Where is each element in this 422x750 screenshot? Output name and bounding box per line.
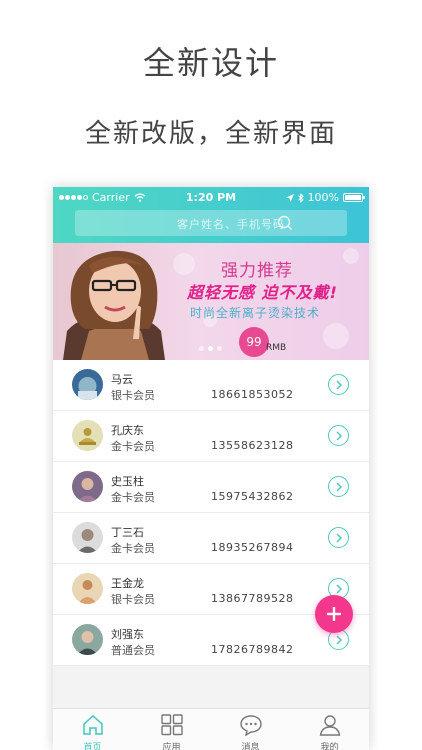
member-level: 银卡会员 (111, 593, 155, 606)
price-badge: 99 (239, 327, 269, 357)
tab-bar: 首页 应用 消息 我的 (53, 708, 369, 750)
banner-headline: 强力推荐 (221, 261, 293, 281)
carousel-dot-1[interactable] (199, 346, 204, 351)
price-unit: RMB (266, 343, 287, 353)
app-header: Carrier 1:20 PM 100% 客户姓名、手机号码 (53, 187, 369, 243)
search-icon[interactable] (277, 215, 293, 231)
phone-screen: Carrier 1:20 PM 100% 客户姓名、手机号码 强力推荐 超轻无感… (53, 187, 369, 750)
member-name: 史玉柱 (111, 475, 144, 488)
tab-profile[interactable]: 我的 (290, 709, 369, 750)
banner-tech: 时尚全新离子烫染技术 (190, 306, 321, 320)
member-phone: 18661853052 (211, 388, 294, 401)
chevron-right-icon[interactable] (328, 425, 349, 446)
avatar (72, 471, 103, 502)
tab-label: 我的 (320, 743, 339, 750)
model-photo (63, 250, 165, 360)
promo-subtitle: 全新改版，全新界面 (84, 119, 337, 149)
user-icon (319, 715, 340, 736)
member-level: 普通会员 (111, 644, 155, 657)
bluetooth-icon (297, 192, 304, 203)
status-bar: Carrier 1:20 PM 100% (53, 187, 369, 207)
member-phone: 15975432862 (211, 490, 294, 503)
member-level: 金卡会员 (111, 542, 155, 555)
member-name: 马云 (111, 373, 133, 386)
promo-banner[interactable]: 强力推荐 超轻无感 迫不及戴! 时尚全新离子烫染技术 99 RMB (53, 243, 369, 360)
battery-percent: 100% (307, 191, 339, 204)
list-item[interactable]: 丁三石 金卡会员 18935267894 (53, 513, 369, 564)
avatar (72, 624, 103, 655)
promo-title: 全新设计 (142, 44, 279, 82)
avatar (72, 369, 103, 400)
tab-messages[interactable]: 消息 (211, 709, 290, 750)
add-member-button[interactable] (315, 595, 353, 633)
search-placeholder: 客户姓名、手机号码 (177, 218, 285, 231)
member-phone: 17826789842 (211, 643, 294, 656)
tab-home[interactable]: 首页 (53, 709, 132, 750)
carousel-dots[interactable] (199, 346, 222, 351)
status-right: 100% (285, 191, 365, 204)
chevron-right-icon[interactable] (328, 374, 349, 395)
avatar (72, 573, 103, 604)
chevron-right-icon[interactable] (328, 476, 349, 497)
member-phone: 18935267894 (211, 541, 294, 554)
tab-apps[interactable]: 应用 (132, 709, 211, 750)
carousel-dot-2[interactable] (208, 346, 213, 351)
member-level: 金卡会员 (111, 491, 155, 504)
member-name: 刘强东 (111, 628, 144, 641)
chevron-right-icon[interactable] (328, 527, 349, 548)
banner-slogan: 超轻无感 迫不及戴! (187, 283, 338, 302)
apps-grid-icon (160, 714, 183, 736)
member-name: 王金龙 (111, 577, 144, 590)
member-phone: 13867789528 (211, 592, 294, 605)
avatar (72, 522, 103, 553)
location-arrow-icon (285, 193, 294, 202)
member-level: 银卡会员 (111, 389, 155, 402)
plus-icon (327, 607, 341, 621)
member-name: 丁三石 (111, 526, 144, 539)
tab-label: 应用 (162, 743, 181, 750)
avatar (72, 420, 103, 451)
list-item[interactable]: 史玉柱 金卡会员 15975432862 (53, 462, 369, 513)
carousel-dot-3[interactable] (217, 346, 222, 351)
tab-label: 消息 (241, 743, 260, 750)
member-phone: 13558623128 (211, 439, 294, 452)
tab-label: 首页 (83, 743, 102, 750)
search-input[interactable]: 客户姓名、手机号码 (75, 210, 347, 236)
chat-bubble-icon (239, 715, 262, 736)
member-level: 金卡会员 (111, 440, 155, 453)
home-icon (82, 714, 103, 735)
member-name: 孔庆东 (111, 424, 144, 437)
list-item[interactable]: 孔庆东 金卡会员 13558623128 (53, 411, 369, 462)
battery-icon (343, 193, 365, 202)
list-item[interactable]: 马云 银卡会员 18661853052 (53, 360, 369, 411)
